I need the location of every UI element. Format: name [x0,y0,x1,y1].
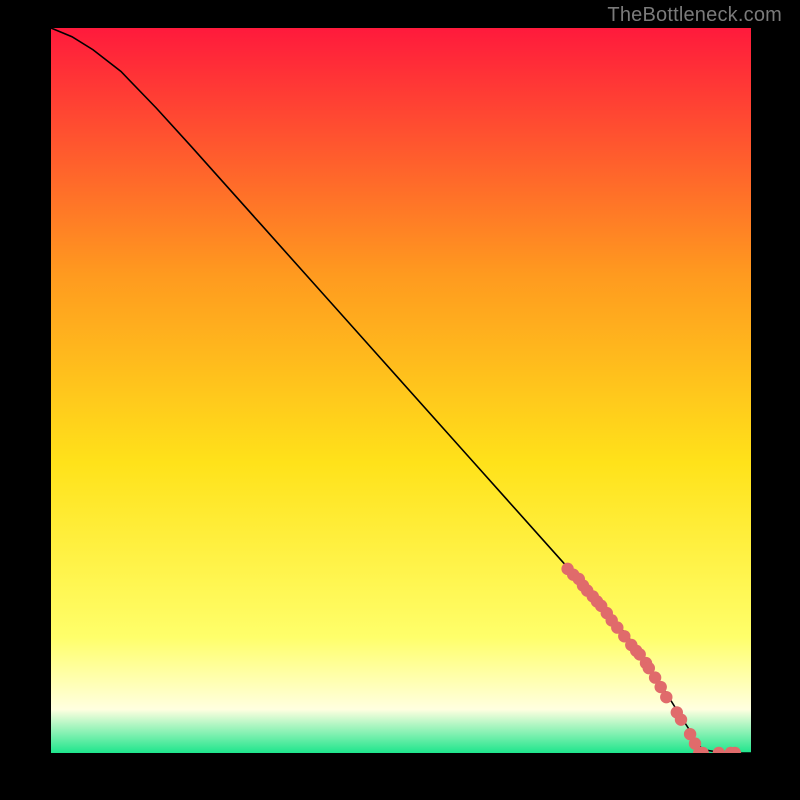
data-marker [660,691,672,703]
attribution-label: TheBottleneck.com [607,4,782,27]
chart-svg [51,28,751,753]
chart-container: TheBottleneck.com [0,0,800,800]
plot-area [51,28,751,753]
gradient-background [51,28,751,753]
data-marker [675,713,687,725]
